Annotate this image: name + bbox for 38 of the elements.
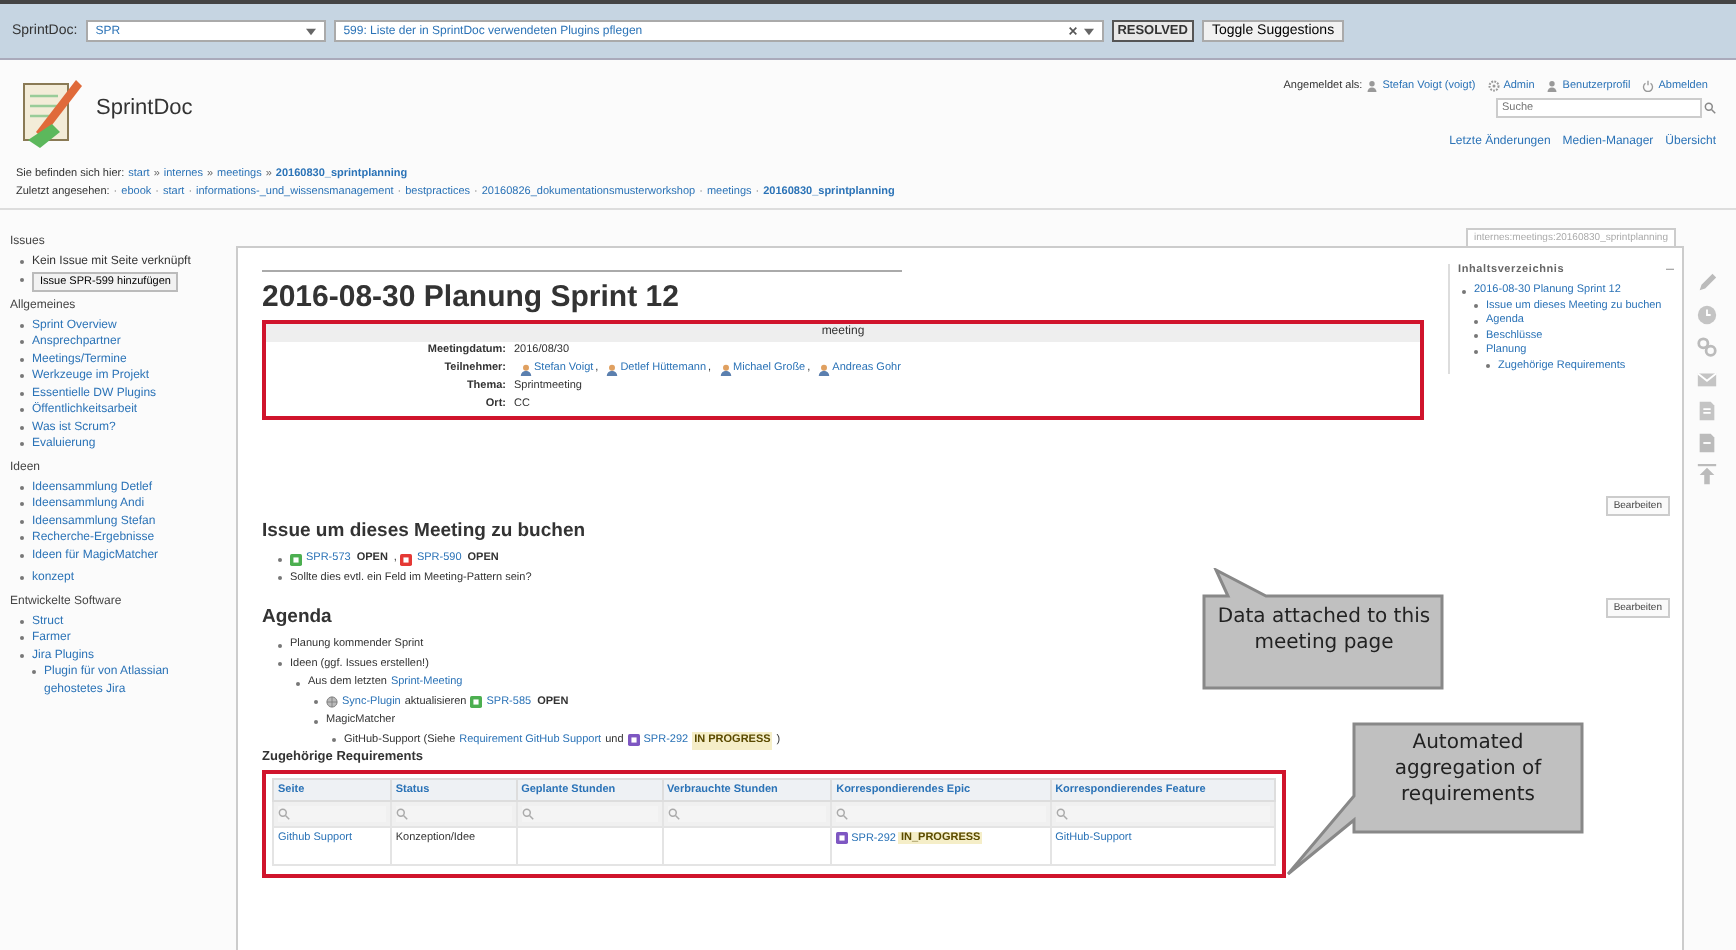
gear-icon <box>1487 80 1500 92</box>
callout-text: Automated aggregation of requirements <box>1392 730 1544 808</box>
search-icon <box>1055 808 1068 820</box>
site-title[interactable]: SprintDoc <box>96 96 193 120</box>
filter-field[interactable] <box>836 806 1046 822</box>
user-icon <box>606 363 619 375</box>
clock-icon[interactable] <box>1696 304 1718 326</box>
caret-icon <box>305 27 316 35</box>
search-icon <box>1704 102 1716 114</box>
search-icon <box>395 808 408 820</box>
link-icon[interactable] <box>1696 336 1718 358</box>
caret-icon <box>1083 27 1094 35</box>
callout-text: Data attached to this meeting page <box>1215 604 1433 656</box>
section-heading: Agenda <box>262 606 332 628</box>
person-icon <box>1546 80 1559 92</box>
mail-icon[interactable] <box>1696 368 1718 390</box>
search-icon <box>278 808 290 820</box>
filter-field[interactable] <box>667 806 827 822</box>
globe-icon <box>326 696 338 709</box>
page-title: 2016-08-30 Planung Sprint 12 <box>262 280 681 314</box>
user-icon <box>818 363 831 375</box>
filter-field[interactable] <box>395 806 512 822</box>
search-icon <box>521 808 534 820</box>
section-heading: Issue um dieses Meeting zu buchen <box>262 520 586 542</box>
document-icon[interactable] <box>1696 432 1718 454</box>
filter-field[interactable] <box>521 806 658 822</box>
search-icon <box>667 808 680 820</box>
person-icon <box>1366 80 1379 92</box>
document-icon[interactable] <box>1696 400 1718 422</box>
clear-icon[interactable] <box>1067 26 1078 36</box>
filter-field[interactable] <box>1055 806 1270 822</box>
up-arrow-icon[interactable] <box>1696 464 1718 486</box>
power-icon <box>1642 80 1655 92</box>
filter-field[interactable] <box>278 806 386 822</box>
user-icon <box>520 363 532 375</box>
pencil-icon[interactable] <box>1696 272 1718 294</box>
search-icon <box>836 808 849 820</box>
user-icon <box>719 363 732 375</box>
